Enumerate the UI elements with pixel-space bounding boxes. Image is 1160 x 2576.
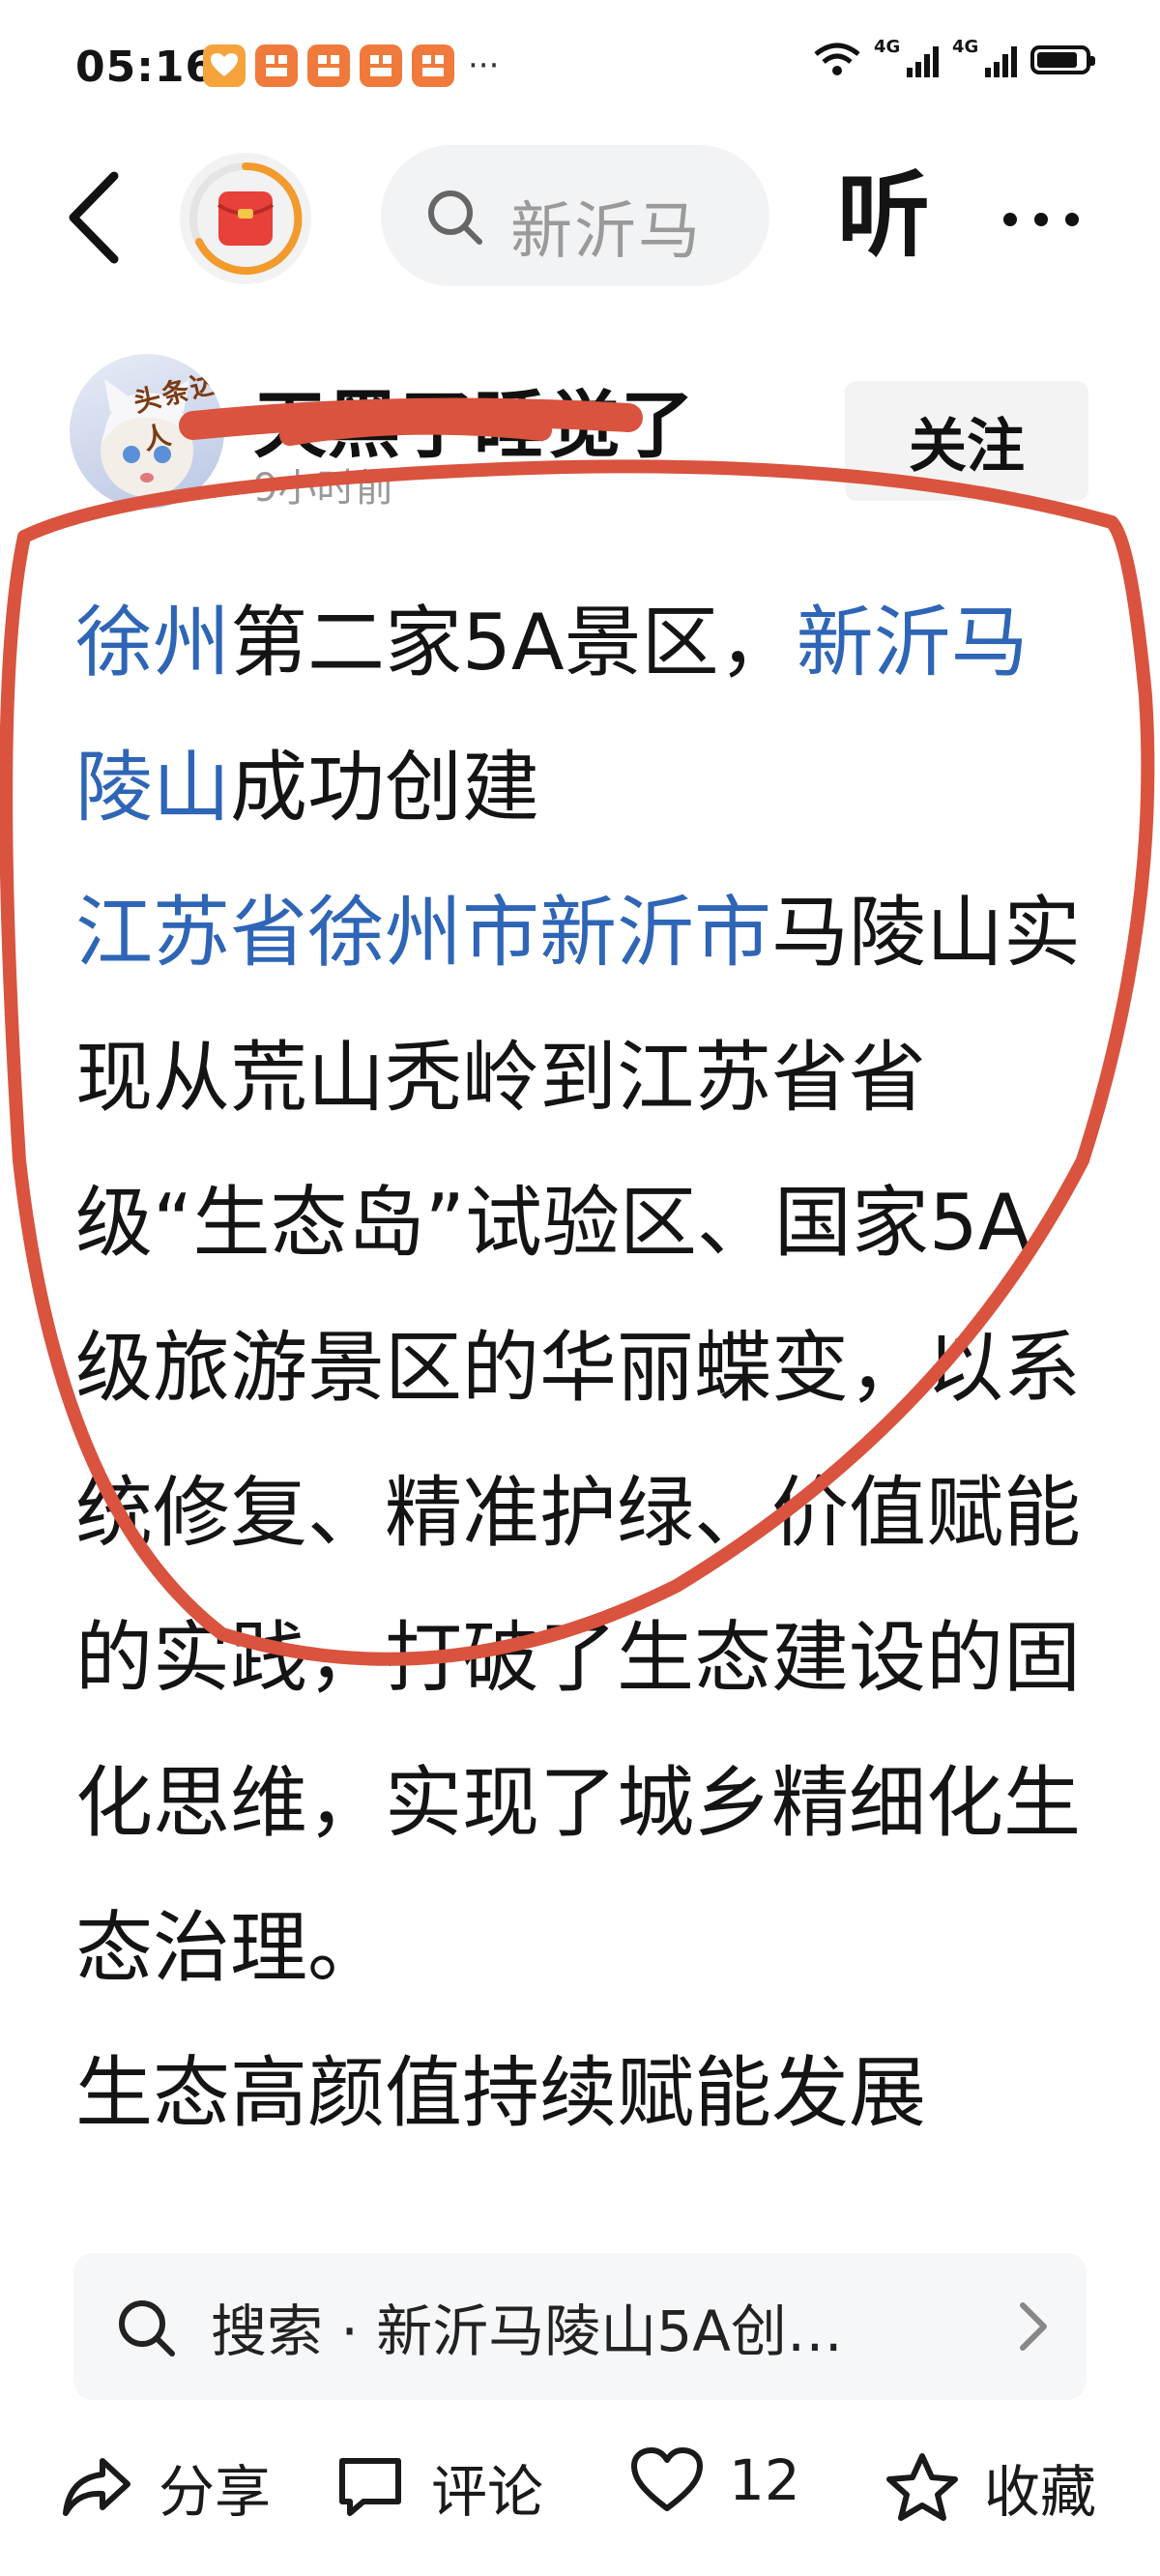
avatar[interactable]: 头条达人 xyxy=(70,354,224,509)
toutiao-app-icon xyxy=(360,44,402,87)
status-right: 4G 4G xyxy=(814,37,1095,77)
article-text: 成功创建 xyxy=(230,743,539,833)
search-icon xyxy=(428,190,482,245)
related-search-bar[interactable]: 搜索 · 新沂马陵山5A创… xyxy=(73,2253,1087,2400)
toutiao-app-icon xyxy=(307,44,350,87)
star-icon xyxy=(886,2453,958,2521)
battery-icon xyxy=(1030,45,1095,74)
share-button[interactable]: 分享 xyxy=(60,2446,271,2528)
article-headline: 徐州第二家5A景区，新沂马陵山成功创建 xyxy=(75,571,1100,861)
follow-button[interactable]: 关注 xyxy=(845,381,1088,501)
status-time: 05:16 xyxy=(75,43,217,92)
article-paragraph: 生态高颜值持续赋能发展 xyxy=(75,2048,926,2138)
more-options-button[interactable] xyxy=(1003,213,1079,226)
signal-icon-2: 4G xyxy=(952,37,1017,77)
like-count: 12 xyxy=(729,2447,800,2513)
top-nav: 新沂马 听 xyxy=(0,145,1160,290)
search-placeholder: 新沂马 xyxy=(510,196,702,268)
search-icon xyxy=(119,2300,175,2356)
favorite-button[interactable]: 收藏 xyxy=(885,2446,1096,2528)
keyword-link[interactable]: 徐州 xyxy=(75,598,230,688)
article-paragraph: 江苏省徐州市新沂市马陵山实现从荒山秃岭到江苏省省级“生态岛”试验区、国家5A级旅… xyxy=(75,861,1100,2021)
chevron-right-icon xyxy=(1020,2302,1047,2351)
comment-icon xyxy=(339,2458,401,2516)
like-button[interactable]: 12 xyxy=(630,2446,800,2514)
author-row: 头条达人 天黑了睡觉了 9小时前 关注 xyxy=(0,338,1160,532)
heart-app-icon xyxy=(203,44,246,87)
wifi-icon xyxy=(814,43,860,75)
search-input[interactable]: 新沂马 xyxy=(381,145,769,286)
listen-button[interactable]: 听 xyxy=(837,162,930,269)
status-bar: 05:16 ··· 4G 4G xyxy=(0,0,1160,145)
toutiao-app-icon xyxy=(412,44,454,87)
signal-icon-1: 4G xyxy=(874,37,939,77)
back-arrow-icon xyxy=(69,171,119,264)
related-search-text: 搜索 · 新沂马陵山5A创… xyxy=(211,2298,843,2364)
favorite-label: 收藏 xyxy=(984,2459,1097,2525)
toutiao-app-icon xyxy=(255,44,298,87)
post-time: 9小时前 xyxy=(253,466,394,511)
comment-button[interactable]: 评论 xyxy=(334,2446,543,2528)
red-packet-icon xyxy=(189,161,303,275)
article-text: 马陵山实现从荒山秃岭到江苏省省级“生态岛”试验区、国家5A级旅游景区的华丽蝶变，… xyxy=(75,888,1081,1993)
keyword-link[interactable]: 江苏省徐州市新沂市 xyxy=(75,888,771,978)
more-notifications: ··· xyxy=(468,46,500,85)
heart-icon xyxy=(631,2447,703,2511)
back-button[interactable] xyxy=(58,164,135,271)
comment-label: 评论 xyxy=(431,2459,544,2525)
red-packet-button[interactable] xyxy=(180,153,311,284)
share-label: 分享 xyxy=(159,2459,272,2525)
share-icon xyxy=(63,2458,130,2516)
notification-icons: ··· xyxy=(203,44,499,87)
article-body: 徐州第二家5A景区，新沂马陵山成功创建 江苏省徐州市新沂市马陵山实现从荒山秃岭到… xyxy=(75,571,1100,2234)
article-text: 第二家5A景区， xyxy=(230,598,797,688)
bottom-action-bar: 分享 评论 12 收藏 xyxy=(0,2417,1160,2553)
